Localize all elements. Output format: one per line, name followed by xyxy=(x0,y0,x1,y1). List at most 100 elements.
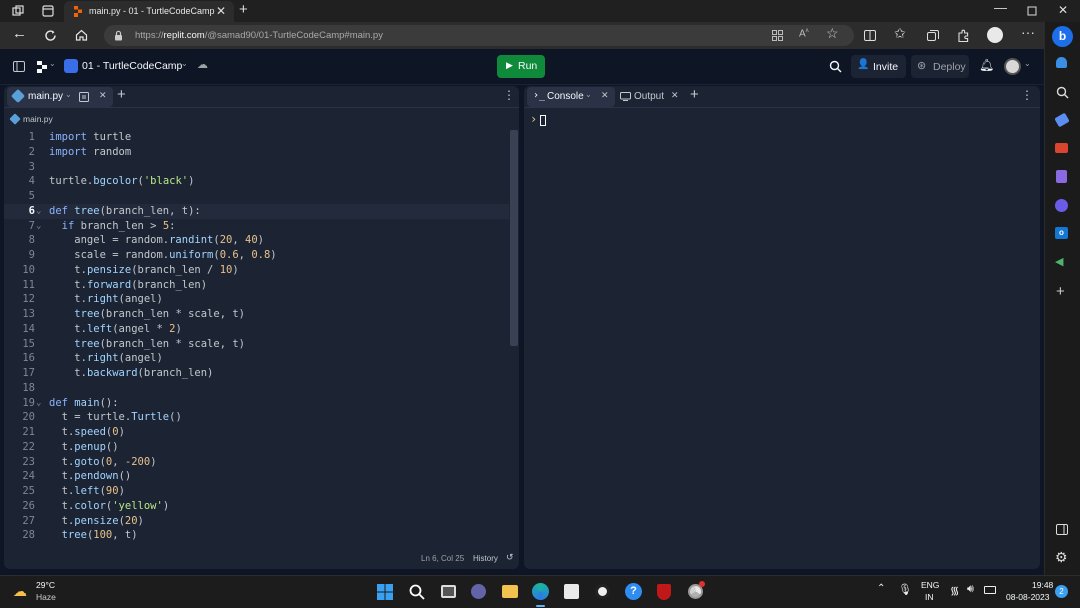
tab-output[interactable]: Output ✕ xyxy=(618,87,688,107)
code-line[interactable]: 10 t.pensize(branch_len / 10) xyxy=(4,263,509,278)
user-avatar[interactable] xyxy=(1004,58,1021,75)
taskbar-search-icon[interactable] xyxy=(409,584,425,600)
volume-icon[interactable]: 🔊︎ xyxy=(967,583,974,596)
extensions-icon[interactable] xyxy=(957,29,970,42)
apps-icon[interactable] xyxy=(772,30,783,41)
clock-date[interactable]: 08-08-2023 xyxy=(1006,592,1049,602)
mcafee-icon[interactable] xyxy=(657,584,671,600)
tab-console-chevron-icon[interactable]: ⌄ xyxy=(585,90,592,99)
workspaces-icon[interactable] xyxy=(12,5,24,17)
code-line[interactable]: 4 turtle.bgcolor('black') xyxy=(4,174,509,189)
weather-desc[interactable]: Haze xyxy=(36,592,56,602)
maximize-icon[interactable] xyxy=(1027,6,1037,16)
code-editor[interactable]: 1 import turtle 2 import random 3 4 turtle.bgc… xyxy=(4,130,509,540)
tools-icon[interactable] xyxy=(1055,143,1068,153)
code-line[interactable]: 19 ⌄ def main(): xyxy=(4,396,509,411)
code-line[interactable]: 5 xyxy=(4,189,509,204)
tray-chevron-icon[interactable]: ⌃ xyxy=(877,583,885,594)
code-line[interactable]: 23 t.goto(0, -200) xyxy=(4,455,509,470)
code-line[interactable]: 14 t.left(angel * 2) xyxy=(4,322,509,337)
tab-actions-icon[interactable] xyxy=(42,5,54,17)
language-top[interactable]: ENG xyxy=(921,580,939,590)
code-line[interactable]: 13 tree(branch_len * scale, t) xyxy=(4,307,509,322)
telegram-icon[interactable]: ◀ xyxy=(1055,255,1063,268)
wifi-icon[interactable]: ᯾ xyxy=(950,583,959,598)
profile-avatar[interactable] xyxy=(987,27,1003,43)
code-line[interactable]: 21 t.speed(0) xyxy=(4,425,509,440)
home-icon[interactable] xyxy=(75,29,88,41)
bell-icon[interactable] xyxy=(1056,57,1067,68)
code-line[interactable]: 2 import random xyxy=(4,145,509,160)
browser-tab-active[interactable]: main.py - 01 - TurtleCodeCamp ✕ xyxy=(64,1,234,22)
clock-time[interactable]: 19:48 xyxy=(1032,580,1053,590)
search-icon[interactable] xyxy=(829,60,842,73)
more-options-icon[interactable]: ··· xyxy=(1021,24,1035,40)
copilot-icon[interactable] xyxy=(1055,199,1068,212)
close-console-tab-icon[interactable]: ✕ xyxy=(601,90,609,101)
add-tab-icon[interactable]: + xyxy=(690,86,699,103)
notification-count-badge[interactable]: 2 xyxy=(1055,585,1068,598)
code-line[interactable]: 6 ⌄ def tree(branch_len, t): xyxy=(4,203,509,219)
breadcrumb-file[interactable]: main.py xyxy=(23,114,53,124)
repl-avatar-icon[interactable] xyxy=(64,59,78,73)
console-area[interactable]: › xyxy=(524,108,1040,568)
sidebar-search-icon[interactable] xyxy=(1056,86,1069,99)
favorites-icon[interactable]: ✩ xyxy=(894,25,906,42)
account-chevron-icon[interactable]: ⌄ xyxy=(1024,59,1031,68)
code-line[interactable]: 9 scale = random.uniform(0.6, 0.8) xyxy=(4,248,509,263)
new-tab-button[interactable]: + xyxy=(239,1,248,18)
editor-scrollbar[interactable] xyxy=(510,130,518,346)
code-line[interactable]: 12 t.right(angel) xyxy=(4,292,509,307)
shopping-tag-icon[interactable] xyxy=(1054,112,1070,128)
split-view-icon[interactable] xyxy=(79,92,89,102)
battery-icon[interactable] xyxy=(984,586,996,594)
repl-name[interactable]: 01 - TurtleCodeCamp xyxy=(82,60,182,72)
code-line[interactable]: 20 t = turtle.Turtle() xyxy=(4,410,509,425)
sidebar-settings-icon[interactable]: ⚙ xyxy=(1055,549,1068,566)
fold-chevron-icon[interactable]: ⌄ xyxy=(36,219,41,234)
code-line[interactable]: 22 t.penup() xyxy=(4,440,509,455)
games-icon[interactable] xyxy=(1056,170,1067,183)
start-icon[interactable] xyxy=(377,584,393,600)
split-screen-icon[interactable] xyxy=(864,30,876,41)
lock-icon[interactable] xyxy=(114,30,123,41)
read-aloud-icon[interactable]: Aʌ xyxy=(799,28,809,39)
code-line[interactable]: 24 t.pendown() xyxy=(4,469,509,484)
address-bar[interactable]: https://replit.com/@samad90/01-TurtleCod… xyxy=(104,25,854,46)
tab-chevron-icon[interactable]: ⌄ xyxy=(65,90,72,99)
code-line[interactable]: 25 t.left(90) xyxy=(4,484,509,499)
favorite-star-icon[interactable]: ☆ xyxy=(826,25,839,42)
deploy-button[interactable]: ⊛ Deploy xyxy=(911,55,969,78)
add-sidebar-app-icon[interactable]: + xyxy=(1056,283,1065,300)
collections-icon[interactable] xyxy=(927,30,939,42)
code-line[interactable]: 15 tree(branch_len * scale, t) xyxy=(4,337,509,352)
refresh-icon[interactable] xyxy=(44,29,57,42)
github-icon[interactable] xyxy=(595,584,610,599)
code-line[interactable]: 27 t.pensize(20) xyxy=(4,514,509,529)
cursor-position[interactable]: Ln 6, Col 25 xyxy=(421,554,464,563)
run-button[interactable]: ▶ Run xyxy=(497,55,545,78)
code-line[interactable]: 3 xyxy=(4,160,509,175)
repl-chevron-icon[interactable]: ⌄ xyxy=(181,59,188,68)
code-line[interactable]: 17 t.backward(branch_len) xyxy=(4,366,509,381)
help-icon[interactable]: ? xyxy=(625,583,642,600)
close-output-tab-icon[interactable]: ✕ xyxy=(671,90,679,101)
code-line[interactable]: 18 xyxy=(4,381,509,396)
chevron-down-icon[interactable]: ⌄ xyxy=(49,59,56,68)
fold-chevron-icon[interactable]: ⌄ xyxy=(36,396,41,411)
add-tab-icon[interactable]: + xyxy=(117,86,126,103)
fold-chevron-icon[interactable]: ⌄ xyxy=(36,204,41,219)
code-line[interactable]: 1 import turtle xyxy=(4,130,509,145)
weather-temp[interactable]: 29°C xyxy=(36,580,55,590)
tab-console[interactable]: ›_ Console ⌄ ✕ xyxy=(527,87,615,107)
code-line[interactable]: 26 t.color('yellow') xyxy=(4,499,509,514)
history-button[interactable]: History xyxy=(473,554,498,563)
weather-icon[interactable]: ☁ xyxy=(13,583,27,600)
edge-browser-icon[interactable] xyxy=(532,583,549,600)
task-view-icon[interactable] xyxy=(441,585,456,598)
language-bottom[interactable]: IN xyxy=(925,592,934,602)
code-line[interactable]: 28 tree(100, t) xyxy=(4,528,509,540)
minimize-icon[interactable]: — xyxy=(994,0,1007,15)
console-menu-icon[interactable]: ⋮ xyxy=(1021,88,1033,102)
notifications-icon[interactable]: 🔔︎ xyxy=(979,58,994,72)
